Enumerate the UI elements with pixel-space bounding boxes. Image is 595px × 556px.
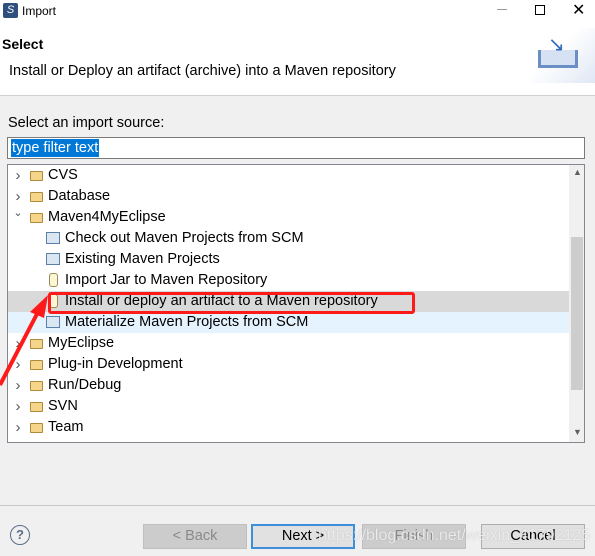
scroll-down-arrow[interactable]: ▼	[573, 427, 582, 437]
tree-item[interactable]: Materialize Maven Projects from SCM	[8, 312, 569, 333]
page-title: Select	[2, 36, 44, 52]
help-icon[interactable]: ?	[10, 525, 30, 545]
watermark: https://blog.csdn.net/weixin_41792125	[318, 527, 591, 544]
tree-item-label: Import Jar to Maven Repository	[65, 272, 268, 288]
tree-item[interactable]: Existing Maven Projects	[8, 249, 569, 270]
filter-input[interactable]: type filter text	[7, 137, 585, 159]
chevron-right-icon[interactable]: ›	[12, 396, 24, 417]
scroll-up-arrow[interactable]: ▲	[573, 167, 582, 177]
tree-item-label: SVN	[48, 398, 78, 414]
chevron-down-icon[interactable]: ⌄	[12, 203, 24, 224]
tree-item-label: Plug-in Development	[48, 356, 183, 372]
tree-item[interactable]: › CVS	[8, 165, 569, 186]
tree-item-label: Check out Maven Projects from SCM	[65, 230, 304, 246]
page-description: Install or Deploy an artifact (archive) …	[9, 63, 396, 79]
tree-item[interactable]: › Database	[8, 186, 569, 207]
tree-item[interactable]: Check out Maven Projects from SCM	[8, 228, 569, 249]
annotation-arrow	[0, 295, 48, 386]
back-button[interactable]: < Back	[143, 524, 247, 549]
tree-item[interactable]: ⌄ Maven4MyEclipse	[8, 207, 569, 228]
app-icon: S	[3, 3, 18, 18]
scrollbar-thumb[interactable]	[571, 237, 583, 390]
folder-icon	[30, 423, 43, 433]
tree-item[interactable]: › Plug-in Development	[8, 354, 569, 375]
minimize-button[interactable]	[497, 9, 507, 10]
chevron-right-icon[interactable]: ›	[12, 165, 24, 186]
import-wizard-icon: ↘	[530, 28, 595, 83]
tree-item-label: Team	[48, 419, 84, 435]
tree-item-label: Maven4MyEclipse	[48, 209, 166, 225]
maven-project-icon	[46, 232, 60, 244]
folder-icon	[30, 192, 43, 202]
chevron-right-icon[interactable]: ›	[12, 417, 24, 438]
tree-item[interactable]: › Run/Debug	[8, 375, 569, 396]
folder-icon	[30, 213, 43, 223]
footer-separator	[0, 505, 595, 506]
tree-item-label: Materialize Maven Projects from SCM	[65, 314, 309, 330]
vertical-scrollbar[interactable]: ▲ ▼	[569, 165, 584, 442]
tree-item[interactable]: Import Jar to Maven Repository	[8, 270, 569, 291]
window-title: Import	[22, 4, 57, 18]
annotation-highlight-box	[48, 292, 415, 314]
tree-item[interactable]: › SVN	[8, 396, 569, 417]
jar-icon	[49, 273, 58, 287]
maximize-button[interactable]	[535, 5, 545, 15]
tree-item-label: Database	[48, 188, 111, 204]
folder-icon	[30, 171, 43, 181]
tree-item[interactable]: › MyEclipse	[8, 333, 569, 354]
maven-project-icon	[46, 253, 60, 265]
wizard-header: Select Install or Deploy an artifact (ar…	[0, 22, 595, 96]
title-bar: S Import ✕	[0, 0, 595, 22]
source-label: Select an import source:	[8, 115, 165, 131]
tree-item-label: CVS	[48, 167, 78, 183]
close-button[interactable]: ✕	[572, 0, 585, 20]
folder-icon	[30, 402, 43, 412]
tree-item[interactable]: › Team	[8, 417, 569, 438]
tree-item-label: Existing Maven Projects	[65, 251, 220, 267]
filter-text: type filter text	[11, 139, 100, 157]
